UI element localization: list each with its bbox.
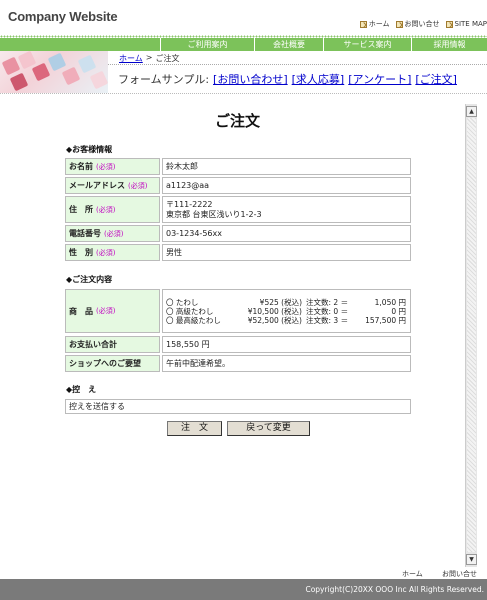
total-label: お支払い合計: [65, 336, 160, 353]
email-value: a1123@aa: [162, 177, 411, 194]
street-address: 東京都 台東区浅いり1-2-3: [166, 209, 262, 219]
row-email: メールアドレス (必須) a1123@aa: [65, 177, 411, 194]
footer-link-contact[interactable]: お問い合せ: [442, 569, 477, 579]
phone-label: 電話番号 (必須): [65, 225, 160, 242]
breadcrumb-divider: [108, 64, 487, 65]
site-footer: Copyright(C)20XX OOO Inc All Rights Rese…: [0, 579, 487, 600]
banner-divider: [0, 93, 487, 94]
product-item: 〇 高級たわし ¥10,500 (税込) 注文数: 0 ＝ 0 円: [166, 306, 406, 316]
breadcrumb-separator: >: [145, 53, 153, 62]
address-label: 住 所 (必須): [65, 196, 160, 223]
email-label: メールアドレス (必須): [65, 177, 160, 194]
footer-link-home[interactable]: ホーム: [402, 569, 423, 579]
memo-value: 控えを送信する: [65, 399, 411, 414]
request-label: ショップへのご要望: [65, 355, 160, 372]
page-title: ご注文: [214, 112, 260, 130]
form-link-order[interactable]: [ご注文]: [415, 71, 457, 87]
submit-order-button[interactable]: 注 文: [167, 421, 222, 436]
required-marker: (必須): [96, 307, 116, 315]
main-nav: ご利用案内 会社概要 サービス案内 採用情報: [0, 38, 487, 51]
nav-item-guide[interactable]: ご利用案内: [160, 38, 254, 51]
gender-label: 性 別 (必須): [65, 244, 160, 261]
order-section-title: ◆ご注文内容: [66, 275, 113, 284]
row-total: お支払い合計 158,550 円: [65, 336, 411, 353]
product-item: 〇 最高級たわし ¥52,500 (税込) 注文数: 3 ＝ 157,500 円: [166, 315, 406, 325]
back-edit-button[interactable]: 戻って変更: [227, 421, 310, 436]
required-marker: (必須): [96, 162, 116, 171]
required-marker: (必須): [104, 229, 124, 238]
phone-value: 03-1234-56xx: [162, 225, 411, 242]
product-label: 商 品 (必須): [65, 289, 160, 333]
product-list: 〇 たわし ¥525 (税込) 注文数: 2 ＝ 1,050 円 〇 高級たわし ¥10…: [162, 289, 411, 333]
row-gender: 性 別 (必須) 男性: [65, 244, 411, 261]
address-value: 〒111-2222 東京都 台東区浅いり1-2-3: [162, 196, 411, 223]
form-link-inquiry[interactable]: [お問い合わせ]: [213, 71, 288, 87]
row-name: お名前 (必須) 鈴木太郎: [65, 158, 411, 175]
content-area: ご注文 ◆お客様情報 お名前 (必須) 鈴木太郎 メールアドレス (必須) a112…: [0, 104, 465, 567]
scroll-down-icon[interactable]: ▼: [466, 554, 477, 565]
row-phone: 電話番号 (必須) 03-1234-56xx: [65, 225, 411, 242]
top-links: ホーム お問い合せ SITE MAP: [359, 19, 487, 29]
row-address: 住 所 (必須) 〒111-2222 東京都 台東区浅いり1-2-3: [65, 196, 411, 223]
form-sample-links: フォームサンプル: [お問い合わせ] [求人応募] [アンケート] [ご注文]: [118, 71, 457, 87]
nav-item-services[interactable]: サービス案内: [323, 38, 411, 51]
top-link-contact[interactable]: お問い合せ: [395, 19, 440, 29]
form-link-job-application[interactable]: [求人応募]: [292, 71, 345, 87]
required-marker: (必須): [128, 181, 148, 190]
site-logo[interactable]: Company Website: [8, 9, 118, 24]
nav-item-recruit[interactable]: 採用情報: [411, 38, 487, 51]
required-marker: (必須): [96, 248, 116, 257]
top-link-sitemap[interactable]: SITE MAP: [445, 19, 487, 29]
vertical-scrollbar[interactable]: ▲ ▼: [465, 104, 477, 567]
banner-image: [0, 51, 108, 93]
scroll-track[interactable]: [467, 118, 476, 552]
nav-item-company[interactable]: 会社概要: [254, 38, 323, 51]
name-value: 鈴木太郎: [162, 158, 411, 175]
arrow-icon: [359, 20, 367, 28]
total-value: 158,550 円: [162, 336, 411, 353]
breadcrumb-home-link[interactable]: ホーム: [119, 53, 143, 64]
name-label: お名前 (必須): [65, 158, 160, 175]
required-marker: (必須): [96, 205, 116, 214]
breadcrumb: ホーム > ご注文: [119, 53, 179, 64]
site-header: Company Website ホーム お問い合せ SITE MAP: [0, 0, 487, 38]
arrow-icon: [445, 20, 453, 28]
copyright: Copyright(C)20XX OOO Inc All Rights Rese…: [305, 585, 484, 594]
row-request: ショップへのご要望 午前中配達希望。: [65, 355, 411, 372]
gender-value: 男性: [162, 244, 411, 261]
form-sample-label: フォームサンプル:: [118, 73, 210, 86]
form-link-survey[interactable]: [アンケート]: [348, 71, 411, 87]
scroll-up-icon[interactable]: ▲: [466, 106, 477, 117]
row-products: 商 品 (必須) 〇 たわし ¥525 (税込) 注文数: 2 ＝ 1,050 円 〇 …: [65, 289, 411, 333]
customer-section-title: ◆お客様情報: [66, 145, 113, 154]
arrow-icon: [395, 20, 403, 28]
request-value: 午前中配達希望。: [162, 355, 411, 372]
top-link-home[interactable]: ホーム: [359, 19, 390, 29]
product-item: 〇 たわし ¥525 (税込) 注文数: 2 ＝ 1,050 円: [166, 297, 406, 307]
postal-code: 〒111-2222: [166, 199, 213, 209]
memo-section-title: ◆控 え: [66, 385, 97, 394]
breadcrumb-current: ご注文: [155, 54, 180, 63]
footer-links: ホーム お問い合せ: [0, 567, 487, 579]
